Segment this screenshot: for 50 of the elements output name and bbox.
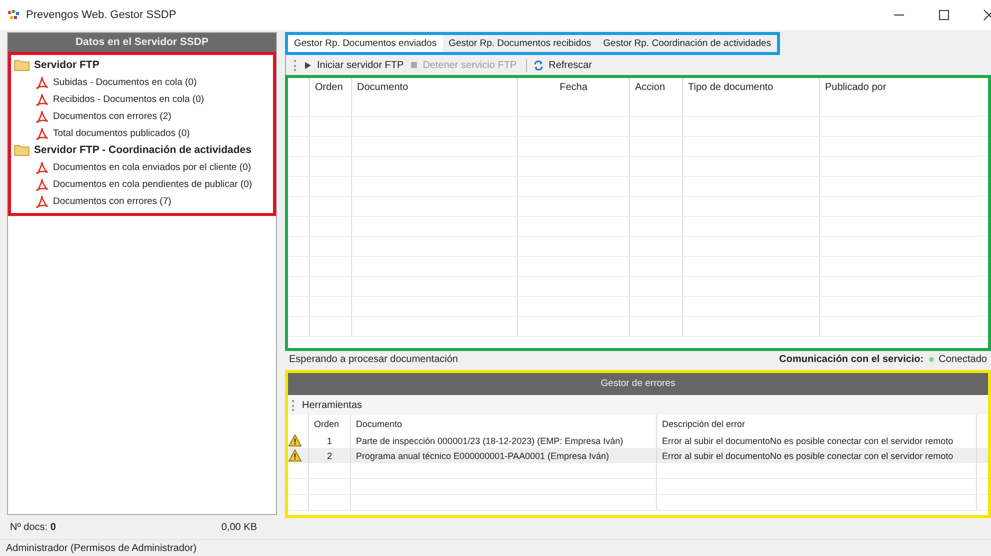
- play-icon: [304, 60, 312, 70]
- tab[interactable]: Gestor Rp. Documentos enviados: [288, 35, 443, 52]
- column-header[interactable]: Orden: [310, 78, 352, 97]
- pdf-icon: [36, 92, 48, 106]
- refresh-icon: [532, 60, 544, 70]
- status-bar: Administrador (Permisos de Administrador): [0, 539, 991, 556]
- size-label: 0,00 KB: [221, 522, 257, 532]
- column-header[interactable]: Orden: [308, 415, 350, 433]
- tree-item[interactable]: Documentos con errores (7): [14, 193, 270, 209]
- toolbar-label: Herramientas: [302, 400, 362, 410]
- panel-header: Gestor de errores: [288, 373, 988, 395]
- maximize-icon[interactable]: [938, 9, 950, 21]
- count-label: Nº docs: 0: [10, 522, 56, 532]
- folder-icon: [14, 59, 30, 71]
- toolbar-button[interactable]: Iniciar servidor FTP: [304, 60, 404, 70]
- warning-icon: [288, 434, 302, 447]
- toolbar-button[interactable]: Refrescar: [532, 60, 592, 70]
- tree-item[interactable]: Documentos en cola pendientes de publicar (0): [14, 176, 270, 192]
- table-cell: Programa anual técnico E000000001-PAA0001 (Empresa Iván): [350, 448, 656, 463]
- column-header[interactable]: Documento: [352, 78, 518, 97]
- tree-item[interactable]: Total documentos publicados (0): [14, 125, 270, 141]
- pdf-icon: [36, 126, 48, 140]
- tree-item[interactable]: Documentos en cola enviados por el cliente (0): [14, 159, 270, 175]
- pdf-icon: [36, 194, 48, 208]
- service-label: Comunicación con el servicio:: [779, 354, 924, 365]
- tree-item[interactable]: Servidor FTP - Coordinación de actividades: [14, 142, 270, 158]
- column-header[interactable]: Descripción del error: [656, 415, 976, 433]
- tree-item[interactable]: Recibidos - Documentos en cola (0): [14, 91, 270, 107]
- tree-item[interactable]: Subidas - Documentos en cola (0): [14, 74, 270, 90]
- column-header[interactable]: Publicado por: [820, 78, 988, 97]
- pdf-icon: [36, 160, 48, 174]
- panel-header: Datos en el Servidor SSDP: [8, 33, 276, 52]
- column-header[interactable]: Accion: [630, 78, 683, 97]
- warning-icon: [288, 449, 302, 462]
- window-title: Prevengos Web. Gestor SSDP: [26, 9, 176, 21]
- app-logo-icon: [8, 10, 20, 20]
- table-cell: Error al subir el documentoNo es posible conectar con el servidor remoto: [656, 448, 976, 463]
- table-cell: 2: [308, 448, 350, 463]
- service-state: Conectado: [938, 354, 987, 365]
- stop-icon: [410, 61, 418, 69]
- tree-item[interactable]: Servidor FTP: [14, 57, 270, 73]
- pdf-icon: [36, 110, 48, 122]
- column-header[interactable]: Tipo de documento: [683, 78, 820, 97]
- column-header[interactable]: Fecha: [518, 78, 630, 97]
- pdf-icon: [36, 178, 48, 190]
- status-message: Esperando a procesar documentación: [289, 354, 458, 365]
- column-header[interactable]: Documento: [350, 415, 656, 433]
- pdf-icon: [36, 76, 48, 88]
- folder-icon: [14, 144, 30, 156]
- tree-item[interactable]: Documentos con errores (2): [14, 108, 270, 124]
